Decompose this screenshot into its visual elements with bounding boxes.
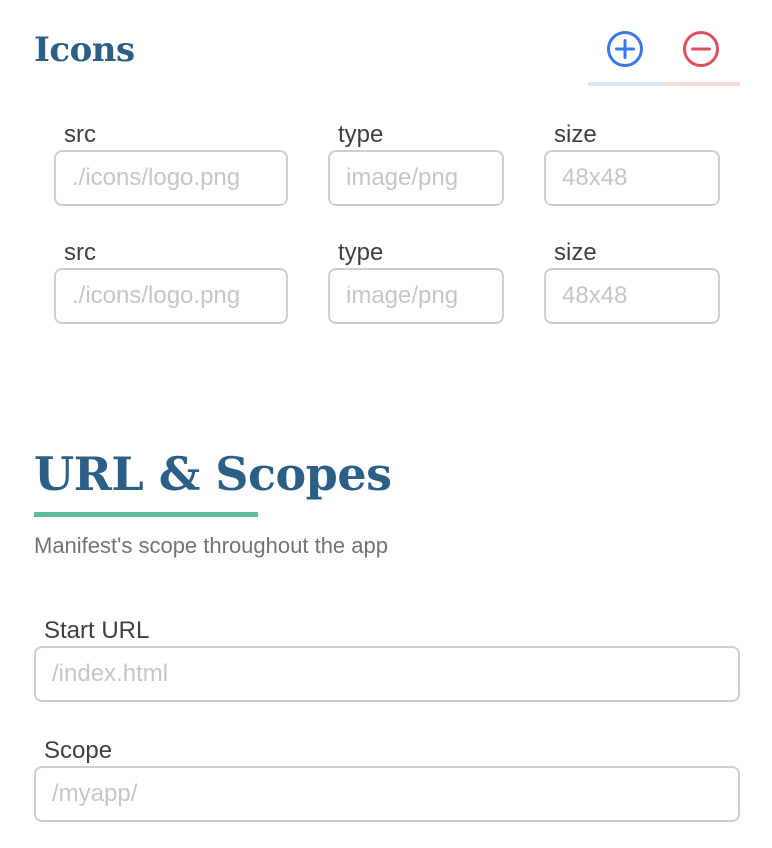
icon-size-input[interactable] — [544, 150, 720, 206]
icons-section-title: Icons — [34, 30, 135, 70]
minus-circle-icon — [682, 30, 720, 73]
icon-type-input[interactable] — [328, 268, 504, 324]
plus-circle-icon — [606, 30, 644, 73]
icon-size-label: size — [554, 239, 597, 266]
icon-size-input[interactable] — [544, 268, 720, 324]
scope-input[interactable] — [34, 766, 740, 822]
scope-label: Scope — [44, 737, 113, 764]
section-title-underline — [34, 512, 258, 517]
start-url-input[interactable] — [34, 646, 740, 702]
url-scopes-section-title: URL & Scopes — [34, 447, 392, 501]
url-scopes-subtitle: Manifest's scope throughout the app — [34, 533, 388, 558]
icon-type-input[interactable] — [328, 150, 504, 206]
icon-src-label: src — [64, 121, 96, 148]
add-button-underline — [588, 82, 664, 86]
start-url-label: Start URL — [44, 617, 150, 644]
icon-src-label: src — [64, 239, 96, 266]
icon-type-label: type — [338, 239, 384, 266]
remove-icon-button[interactable] — [682, 30, 720, 73]
icon-src-input[interactable] — [54, 150, 288, 206]
add-icon-button[interactable] — [606, 30, 644, 73]
remove-button-underline — [664, 82, 740, 86]
icon-size-label: size — [554, 121, 597, 148]
icon-src-input[interactable] — [54, 268, 288, 324]
icon-type-label: type — [338, 121, 384, 148]
